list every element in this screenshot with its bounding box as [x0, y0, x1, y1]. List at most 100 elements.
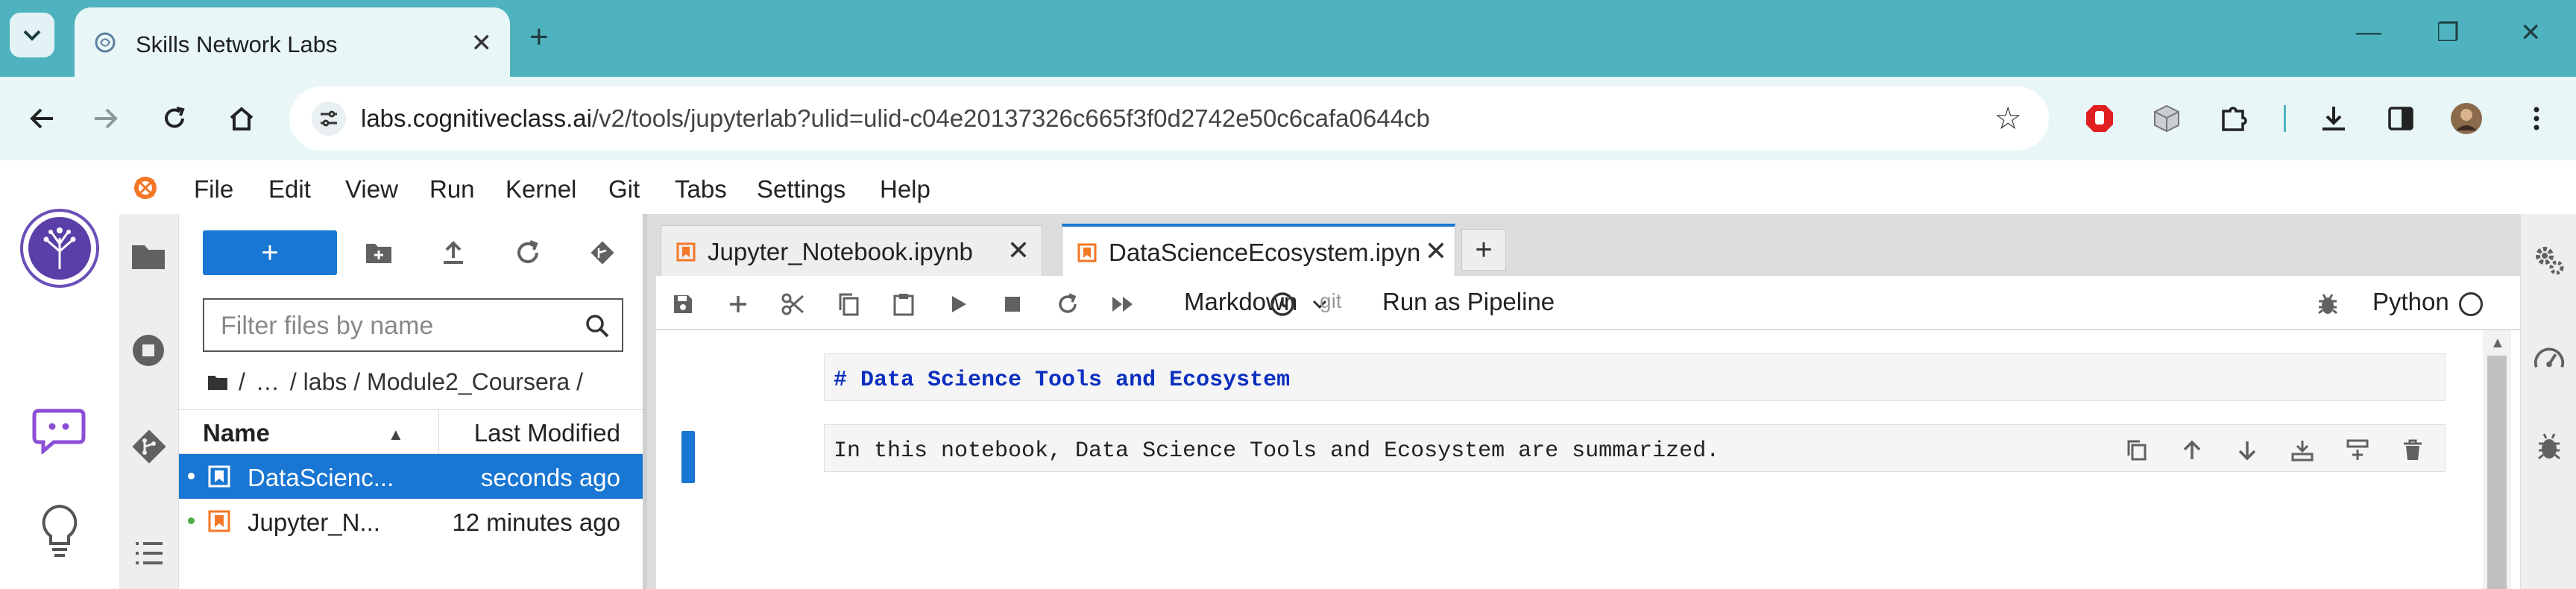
cell-source[interactable]: # Data Science Tools and Ecosystem	[834, 368, 1290, 393]
arrow-left-icon	[30, 108, 53, 129]
file-filter-input[interactable]	[221, 310, 564, 341]
site-info-icon[interactable]	[312, 101, 346, 136]
resource-usage-gauge-icon[interactable]	[2533, 341, 2566, 374]
scroll-up-icon[interactable]: ▲	[2490, 335, 2505, 352]
cube-extension-icon[interactable]	[2150, 102, 2183, 135]
debugger-bug-icon[interactable]	[2314, 291, 2341, 318]
git-diff-button[interactable]: git	[1320, 289, 1342, 313]
git-icon[interactable]	[131, 429, 167, 468]
running-kernels-icon[interactable]	[131, 333, 166, 371]
restore-window-icon[interactable]: ❐	[2437, 18, 2459, 48]
insert-below-icon[interactable]	[2343, 435, 2372, 465]
restart-kernel-icon[interactable]	[1054, 291, 1081, 318]
file-row-jupyter-notebook[interactable]: Jupyter_N... 12 minutes ago	[179, 499, 643, 544]
home-icon	[230, 107, 253, 130]
browser-menu-icon[interactable]	[2520, 102, 2553, 135]
sort-ascending-icon[interactable]: ▲	[388, 425, 404, 444]
scrollbar-thumb[interactable]	[2487, 356, 2507, 589]
close-window-icon[interactable]: ✕	[2520, 18, 2542, 48]
bookmark-star-icon[interactable]: ☆	[1994, 100, 2022, 136]
close-tab-icon[interactable]: ✕	[471, 28, 493, 58]
breadcrumb-root[interactable]: /	[239, 368, 245, 396]
add-tab-button[interactable]: +	[1461, 229, 1506, 271]
extensions-puzzle-icon[interactable]	[2217, 102, 2250, 135]
home-button[interactable]	[224, 101, 259, 136]
property-inspector-gear-icon[interactable]	[2533, 244, 2566, 277]
save-icon[interactable]	[670, 291, 696, 318]
downloads-icon[interactable]	[2317, 102, 2350, 135]
clock-icon[interactable]	[1269, 291, 1296, 318]
upload-icon[interactable]	[437, 236, 470, 269]
menu-edit[interactable]: Edit	[268, 175, 311, 204]
new-folder-icon[interactable]	[362, 236, 395, 269]
cell-type-dropdown[interactable]: Markdown	[1184, 288, 1328, 316]
file-filter-field[interactable]	[203, 298, 623, 352]
menu-git[interactable]: Git	[608, 175, 640, 204]
menu-help[interactable]: Help	[880, 175, 930, 204]
move-down-icon[interactable]	[2232, 435, 2262, 465]
browser-tab[interactable]: Skills Network Labs ✕	[75, 7, 510, 77]
close-tab-icon[interactable]: ✕	[1425, 236, 1447, 267]
markdown-cell-active[interactable]: In this notebook, Data Science Tools and…	[824, 424, 2446, 472]
menu-view[interactable]: View	[345, 175, 398, 204]
browser-tab-title: Skills Network Labs	[136, 31, 338, 57]
column-name-header[interactable]: Name	[203, 419, 270, 447]
stop-icon[interactable]	[999, 291, 1026, 318]
reload-button[interactable]	[157, 101, 192, 136]
tab-jupyter-notebook[interactable]: Jupyter_Notebook.ipynb ✕	[661, 225, 1042, 276]
kernel-name[interactable]: Python	[2372, 288, 2449, 316]
tab-title: DataScienceEcosystem.ipyn	[1109, 239, 1421, 266]
insert-cell-icon[interactable]	[725, 291, 752, 318]
adblock-extension-icon[interactable]	[2083, 102, 2116, 135]
menu-kernel[interactable]: Kernel	[506, 175, 576, 204]
copy-icon[interactable]	[835, 291, 862, 318]
tab-datascienceecosystem[interactable]: DataScienceEcosystem.ipyn ✕	[1062, 224, 1455, 276]
fast-forward-icon[interactable]	[1109, 291, 1136, 318]
move-up-icon[interactable]	[2177, 435, 2207, 465]
breadcrumb-ellipsis[interactable]: …	[256, 368, 280, 396]
table-of-contents-icon[interactable]	[134, 541, 164, 570]
column-modified-header[interactable]: Last Modified	[474, 419, 620, 447]
folder-icon[interactable]	[130, 241, 167, 276]
close-tab-icon[interactable]: ✕	[1007, 235, 1030, 266]
address-bar[interactable]: labs.cognitiveclass.ai/v2/tools/jupyterl…	[289, 86, 2049, 151]
menu-settings[interactable]: Settings	[757, 175, 845, 204]
tab-search-button[interactable]	[10, 13, 54, 57]
paste-icon[interactable]	[890, 291, 917, 318]
minimize-window-icon[interactable]: ―	[2356, 18, 2381, 47]
run-as-pipeline-button[interactable]: Run as Pipeline	[1382, 288, 1555, 316]
forward-button[interactable]	[88, 101, 124, 136]
lightbulb-icon[interactable]	[37, 503, 82, 562]
tab-title: Jupyter_Notebook.ipynb	[708, 238, 973, 265]
side-panel-icon[interactable]	[2384, 102, 2417, 135]
duplicate-cell-icon[interactable]	[2122, 435, 2152, 465]
profile-avatar[interactable]	[2450, 102, 2483, 135]
markdown-cell[interactable]: # Data Science Tools and Ecosystem	[824, 353, 2446, 401]
ai-assistant-icon[interactable]	[31, 406, 86, 458]
url-text[interactable]: labs.cognitiveclass.ai/v2/tools/jupyterl…	[361, 104, 1430, 133]
breadcrumb-path[interactable]: / labs / Module2_Coursera /	[290, 368, 583, 396]
new-tab-button[interactable]: +	[529, 19, 549, 56]
cell-collapser[interactable]	[681, 431, 695, 483]
refresh-icon[interactable]	[511, 236, 544, 269]
folder-home-icon[interactable]	[207, 374, 228, 391]
debugger-bug-icon[interactable]	[2533, 430, 2566, 463]
column-divider[interactable]	[438, 410, 439, 453]
file-row-datascienceecosystem[interactable]: DataScienc... seconds ago	[179, 454, 643, 499]
menu-tabs[interactable]: Tabs	[675, 175, 727, 204]
git-clone-icon[interactable]	[586, 236, 619, 269]
browser-tab-strip: Skills Network Labs ✕ + ― ❐ ✕	[0, 0, 2576, 77]
menu-file[interactable]: File	[194, 175, 233, 204]
skills-network-logo[interactable]	[19, 208, 100, 292]
notebook-scrollbar[interactable]: ▲	[2483, 330, 2511, 589]
insert-above-icon[interactable]	[2287, 435, 2317, 465]
run-icon[interactable]	[945, 291, 972, 318]
back-button[interactable]	[24, 101, 60, 136]
cell-source[interactable]: In this notebook, Data Science Tools and…	[834, 438, 1719, 464]
file-name: Jupyter_N...	[248, 508, 380, 536]
new-launcher-button[interactable]: +	[203, 230, 337, 275]
delete-cell-icon[interactable]	[2398, 435, 2428, 465]
menu-run[interactable]: Run	[429, 175, 475, 204]
breadcrumb: / … / labs / Module2_Coursera /	[207, 368, 583, 396]
cut-icon[interactable]	[780, 291, 807, 318]
